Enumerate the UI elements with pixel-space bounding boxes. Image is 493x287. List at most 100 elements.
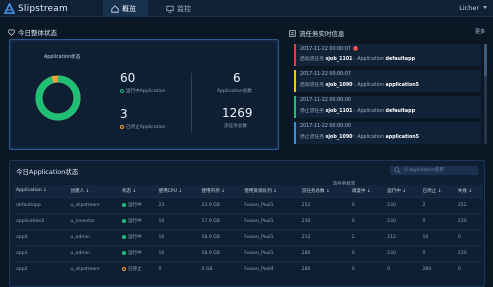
col-application[interactable]: Application ↓ [13, 185, 68, 197]
feed-item[interactable]: 2017-11-22 00:00:00 停止流任务 sjob_1090 : Ap… [294, 122, 481, 144]
table-cell: 18.0 GB [198, 228, 242, 245]
monitor-icon [166, 5, 174, 13]
app-name: Slipstream [18, 3, 68, 14]
table-cell: 230 [384, 212, 420, 229]
feed-section-title: 流任务实时信息 [289, 28, 345, 38]
feed-scrollbar[interactable] [484, 44, 487, 144]
status-donut-chart [35, 75, 81, 121]
table-cell: 0 [348, 196, 385, 213]
col-status[interactable]: 状态 ↓ [118, 185, 156, 197]
table-header-row: Application ↓ 创建人 ↓ 状态 ↓ 使用CPU ↓ 使用内存 ↓ … [13, 185, 483, 197]
col-cpu[interactable]: 使用CPU ↓ [155, 185, 199, 197]
status-text: 已停止 [127, 267, 142, 273]
user-menu[interactable]: Licher [459, 4, 479, 12]
table-cell: 10 [155, 212, 199, 229]
feed-item[interactable]: 2017-11-22 00:00:07 启动流任务 sjob_1090 : Ap… [294, 70, 481, 92]
table-cell: 230 [454, 212, 483, 229]
running-status-icon [121, 218, 126, 223]
status-text: 运行中 [127, 219, 142, 224]
table-cell: Fusion_Pool4 [241, 260, 299, 277]
table-cell: 16 [155, 244, 199, 261]
table-cell: 280 [298, 244, 349, 261]
table-cell: app4 [13, 228, 68, 245]
scroll-thumb[interactable] [484, 44, 487, 76]
nav-monitor[interactable]: 监控 [158, 0, 203, 17]
table-cell: 16 [155, 228, 199, 245]
table-cell: 212 [384, 228, 420, 245]
status-text: 运行中 [127, 203, 142, 208]
table-title: 今日Application状态 [16, 168, 79, 176]
table-cell: Fusion_Pool1 [241, 196, 299, 213]
feed-message: 停止流任务 sjob_1101 : Application defaultapp [300, 109, 415, 114]
table-cell: 0 GB [198, 260, 242, 277]
table-cell: 252 [454, 196, 483, 213]
feed-item[interactable]: 2017-11-22 00:00:00 停止流任务 sjob_1101 : Ap… [294, 96, 481, 118]
status-cell: 运行中 [118, 244, 156, 261]
task-total: 1269 [222, 106, 253, 120]
col-creator[interactable]: 创建人 ↓ [67, 185, 119, 197]
table-cell: 0 [384, 260, 420, 277]
running-status-icon [121, 250, 126, 255]
feed-item[interactable]: 2017-11-22 00:00:07! 启动流任务 sjob_1101 : A… [294, 44, 481, 66]
nav-overview-label: 概览 [122, 4, 136, 13]
app-table: Application ↓ 创建人 ↓ 状态 ↓ 使用CPU ↓ 使用内存 ↓ … [13, 185, 483, 277]
nav-overview[interactable]: 概览 [103, 0, 148, 17]
stream-icon [289, 29, 296, 37]
donut-running-segment [35, 75, 81, 121]
table-cell: 212 [298, 228, 349, 245]
overview-title-text: 今日整体状态 [18, 29, 57, 37]
table-cell: 280 [298, 260, 349, 277]
stopped-label: 已停止Application [120, 124, 165, 130]
task-total-label: 流任务总数 [224, 124, 247, 129]
feed-time: 2017-11-22 00:00:07 [300, 72, 351, 77]
table-cell: 17.0 GB [198, 212, 242, 229]
table-cell: 0 [155, 260, 199, 277]
table-cell: 0 [419, 212, 455, 229]
table-cell: defaultapp [13, 196, 68, 213]
table-cell: 2 [348, 228, 385, 245]
table-cell: 10 [419, 228, 455, 245]
col-scheduling[interactable]: 调度中 ↓ [348, 185, 385, 197]
search-input[interactable]: Q Application名称 [390, 166, 478, 175]
table-cell: 23.0 GB [198, 196, 242, 213]
top-bar: Slipstream 概览 监控 Licher [0, 0, 493, 17]
col-memory[interactable]: 使用内存 ↓ [198, 185, 242, 197]
slipstream-logo-icon [4, 3, 15, 14]
status-cell: 运行中 [118, 196, 156, 213]
table-cell: 230 [384, 244, 420, 261]
table-cell: 230 [454, 244, 483, 261]
table-row[interactable]: defaultapp u_slipstream 运行中 23 23.0 GB Fusion… [13, 196, 483, 213]
table-cell: 0 [348, 260, 385, 277]
table-cell: application5 [13, 212, 68, 229]
more-link[interactable]: 更多 [475, 28, 485, 35]
col-queue[interactable]: 使用资源队列 ↓ [241, 185, 299, 197]
table-cell: u_slipstream [67, 196, 119, 213]
feed-message: 启动流任务 sjob_1101 : Application defaultapp [300, 57, 415, 62]
feed-message: 启动流任务 sjob_1090 : Application applicatio… [300, 83, 419, 88]
col-running[interactable]: 运行中 ↓ [384, 185, 420, 197]
status-cell: 运行中 [118, 228, 156, 245]
stopped-status-icon [121, 266, 126, 271]
table-cell: u_admin [67, 228, 119, 245]
app-logo[interactable]: Slipstream [4, 2, 68, 15]
table-cell: 0 [454, 260, 483, 277]
table-row[interactable]: app3 u_admin 运行中 16 18.0 GB Fusion_Pool1 280 0 2… [13, 244, 483, 261]
status-cell: 运行中 [118, 212, 156, 229]
table-cell: 0 [454, 228, 483, 245]
col-failed[interactable]: 失败 ↓ [454, 185, 483, 197]
table-cell: u_slipstream [67, 260, 119, 277]
table-cell: app2 [13, 260, 68, 277]
feed-time: 2017-11-22 00:00:07! [300, 46, 358, 52]
app-total: 6 [233, 71, 241, 85]
table-cell: 230 [298, 212, 349, 229]
overview-section-title: 今日整体状态 [8, 27, 57, 37]
table-row[interactable]: app4 u_admin 运行中 16 18.0 GB Fusion_Pool1 212 2 2… [13, 228, 483, 245]
table-row[interactable]: application5 u_inventor 运行中 10 17.0 GB Fusion… [13, 212, 483, 229]
nav-monitor-label: 监控 [177, 4, 191, 13]
chevron-down-icon[interactable] [483, 6, 487, 9]
status-cell: 已停止 [118, 260, 156, 277]
col-total[interactable]: 流任务总数 ↓ [298, 185, 349, 197]
table-row[interactable]: app2 u_slipstream 已停止 0 0 GB Fusion_Pool4 280 0… [13, 260, 483, 277]
heart-icon [8, 28, 15, 36]
col-stopped[interactable]: 已停止 ↓ [419, 185, 455, 197]
